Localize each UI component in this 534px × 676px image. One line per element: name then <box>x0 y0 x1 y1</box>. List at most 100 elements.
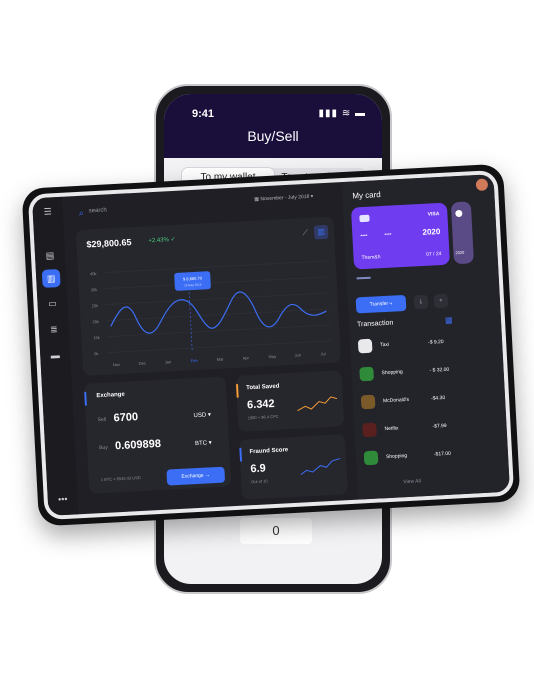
transaction-amount: - $ 32.00 <box>429 366 450 374</box>
tooltip-guide <box>188 284 193 353</box>
transaction-icon <box>359 366 375 382</box>
card-holder: Them&h <box>361 254 381 262</box>
card-chip-icon <box>359 214 370 223</box>
card-year: 2020 <box>422 226 441 237</box>
transfer-button[interactable]: Transfer ⤷ <box>355 294 407 314</box>
page-title: Buy/Sell <box>247 128 299 144</box>
y-tick-25k: 25k <box>92 303 99 308</box>
transaction-row[interactable]: Taxi -$ 9.20 <box>357 335 453 356</box>
card2-year: 2020 <box>455 249 465 256</box>
card-expiry: 07 / 24 <box>426 250 442 258</box>
sell-label: Sell <box>97 416 107 424</box>
transaction-icon <box>362 422 377 438</box>
menu-icon[interactable]: ☰ <box>41 205 54 218</box>
document-icon[interactable]: ≣ <box>48 323 61 336</box>
card-dots-2: •••• <box>384 231 392 238</box>
fraud-score-sub: Out of 10 <box>250 478 268 485</box>
x-tick-jun: Jun <box>294 352 301 357</box>
buy-amount-input[interactable]: 0.609898 <box>115 438 161 452</box>
total-saved-title: Total Saved <box>246 383 280 392</box>
total-saved-sparkline <box>297 396 338 412</box>
add-icon[interactable]: + <box>433 293 449 309</box>
x-tick-jul: Jul <box>320 351 325 356</box>
fraud-score-value: 6.9 <box>250 462 267 476</box>
sell-currency-select[interactable]: USD ▾ <box>193 411 211 419</box>
exchange-rate: 1 BTC = 6543,43 USD <box>100 475 141 483</box>
date-range-selector[interactable]: ▦ November - July 2018 ▾ <box>254 194 313 203</box>
my-card-title: My card <box>352 190 381 201</box>
tooltip-value: $ 8,680.70 <box>183 275 203 281</box>
calendar-icon[interactable]: ▦ <box>445 315 453 324</box>
sell-currency-text: USD <box>193 412 207 420</box>
date-range-text: November - July 2018 <box>260 193 310 203</box>
y-tick-15k: 15k <box>93 335 100 340</box>
transaction-row[interactable]: Shopping -$17.00 <box>363 446 459 467</box>
total-saved-sub: 1990 + $6.4 CPC <box>247 413 279 421</box>
card-brand: VISA <box>427 211 440 218</box>
view-all-link[interactable]: View All <box>403 478 421 485</box>
transaction-name: McDonald's <box>382 396 410 405</box>
folder-icon[interactable]: ▬ <box>49 349 62 362</box>
transaction-name: Shopping <box>381 369 403 377</box>
total-saved-value: 6.342 <box>246 397 275 412</box>
transactions-title: Transaction <box>356 319 394 329</box>
transaction-row[interactable]: Shopping - $ 32.00 <box>359 362 454 383</box>
y-tick-0k: 0k <box>94 351 98 356</box>
right-panel: My card VISA •••• •••• 2020 Them&h 07 / … <box>341 174 511 500</box>
amount-field[interactable]: 0 <box>240 518 312 544</box>
fraud-score-sparkline <box>300 458 341 476</box>
transaction-name: Shopping <box>385 453 408 461</box>
transaction-amount: -$4.30 <box>430 394 446 402</box>
x-tick-labels: Nov Dec Jan Feb Mar Apr May Jun Jul <box>113 351 326 367</box>
more-icon[interactable]: ••• <box>56 493 69 506</box>
transaction-amount: -$ 9.20 <box>427 338 444 346</box>
y-tick-30k: 30k <box>91 287 98 292</box>
transfer-button-label: Transfer <box>369 300 389 308</box>
exchange-title: Exchange <box>96 391 125 400</box>
transaction-name: Netflix <box>384 425 399 433</box>
transaction-row[interactable]: Netflix -$7.99 <box>362 418 457 439</box>
total-saved-accent <box>235 383 239 398</box>
y-tick-20k: 20k <box>92 319 99 324</box>
x-tick-may: May <box>268 354 276 359</box>
buy-label: Buy <box>99 444 108 452</box>
card-dots-1: •••• <box>360 232 368 240</box>
download-icon[interactable]: ⤓ <box>413 294 429 310</box>
stats-icon[interactable]: ▥ <box>41 268 61 288</box>
search-icon[interactable]: ⌕ <box>79 208 85 219</box>
wallet-icon[interactable]: ▤ <box>44 249 57 262</box>
transaction-amount: -$7.99 <box>432 422 447 430</box>
visa-card[interactable]: VISA •••• •••• 2020 Them&h 07 / 24 <box>350 202 451 270</box>
exchange-button[interactable]: Exchange → <box>166 466 226 486</box>
exchange-card: Exchange Sell 6700 USD ▾ Buy 0.609898 BT… <box>83 376 232 494</box>
buy-currency-text: BTC <box>194 440 208 448</box>
balance-chart-card: $29,800.65 +2.43% ✓ ⟋ ▥ 40k 30k 25k 20k … <box>75 216 342 376</box>
y-tick-labels: 40k 30k 25k 20k 15k 0k <box>90 271 100 356</box>
transaction-row[interactable]: McDonald's -$4.30 <box>360 390 456 411</box>
balance-line-chart: 40k 30k 25k 20k 15k 0k $ 8,680.70 19 May… <box>90 260 332 367</box>
carousel-dots <box>356 276 371 280</box>
x-tick-jan: Jan <box>165 359 172 364</box>
chat-icon[interactable]: ▭ <box>46 297 59 310</box>
avatar[interactable] <box>475 178 489 192</box>
sell-amount-input[interactable]: 6700 <box>113 411 138 424</box>
fraud-score-title: Fraund Score <box>249 447 289 456</box>
card2-toggle-icon <box>455 209 463 218</box>
exchange-button-label: Exchange <box>181 472 204 480</box>
buy-currency-select[interactable]: BTC ▾ <box>195 439 212 447</box>
dashboard-screen: ☰ ▤ ▥ ▭ ≣ ▬ ••• ⌕ search ▦ November - Ju… <box>31 174 511 516</box>
total-saved-card: Total Saved 6.342 1990 + $6.4 CPC <box>235 370 345 432</box>
search-input[interactable]: search <box>89 207 107 214</box>
fraud-score-accent <box>239 447 243 462</box>
transaction-icon <box>363 450 379 466</box>
fraud-score-card: Fraund Score 6.9 Out of 10 <box>238 434 348 500</box>
x-tick-mar: Mar <box>217 356 225 361</box>
x-tick-dec: Dec <box>139 361 146 366</box>
transaction-amount: -$17.00 <box>433 450 452 458</box>
status-time: 9:41 <box>192 108 215 120</box>
x-tick-apr: Apr <box>243 355 250 360</box>
tablet-device: ☰ ▤ ▥ ▭ ≣ ▬ ••• ⌕ search ▦ November - Ju… <box>21 163 521 527</box>
exchange-accent-bar <box>84 391 87 406</box>
transaction-name: Taxi <box>380 341 390 349</box>
second-card[interactable]: 2020 <box>450 201 475 265</box>
